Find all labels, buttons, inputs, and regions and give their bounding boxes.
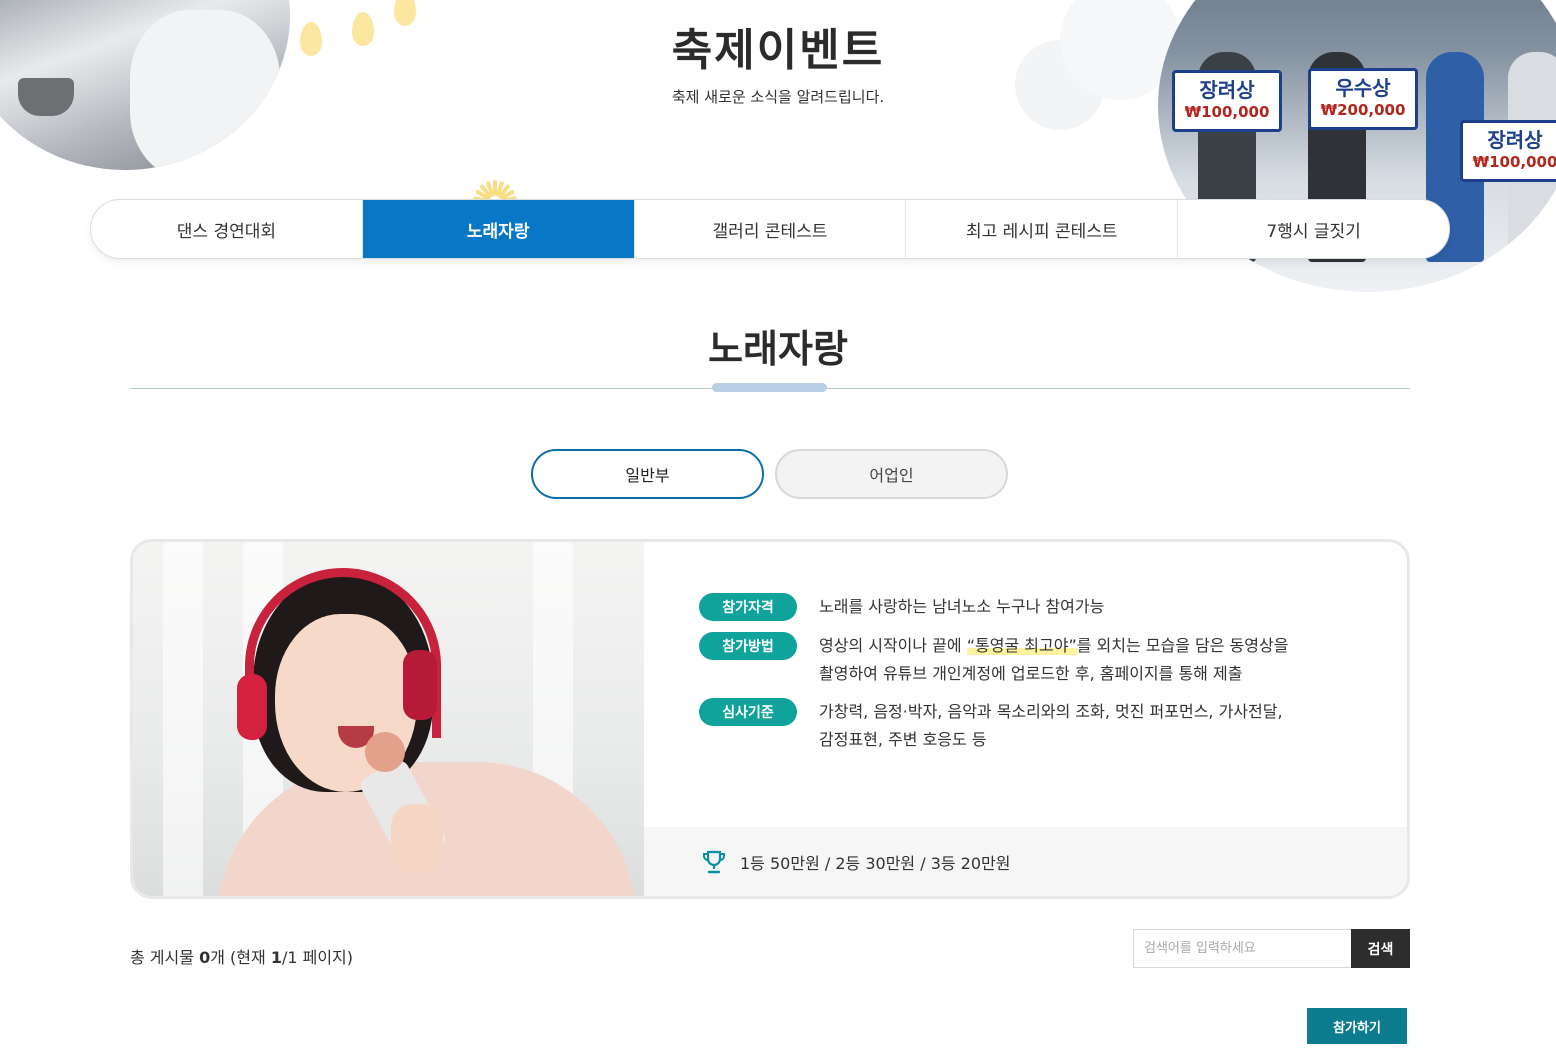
total-prefix: 총 게시물 bbox=[130, 948, 200, 967]
tab-seven-line-poem[interactable]: 7행시 글짓기 bbox=[1178, 200, 1449, 258]
prize-bar: 1등 50만원 / 2등 30만원 / 3등 20만원 bbox=[644, 827, 1407, 896]
event-tabs: 댄스 경연대회 노래자랑 갤러리 콘테스트 최고 레시피 콘테스트 7행시 글짓… bbox=[90, 199, 1450, 259]
method-text: 영상의 시작이나 끝에 “통영굴 최고야”를 외치는 모습을 담은 동영상을 촬… bbox=[819, 632, 1359, 688]
hand-shape bbox=[391, 804, 443, 874]
total-unit: 개 bbox=[210, 948, 225, 967]
page-title: 축제이벤트 bbox=[671, 25, 885, 76]
section-accent-bar bbox=[712, 383, 827, 392]
tab-singing-contest[interactable]: 노래자랑 bbox=[362, 200, 635, 258]
criteria-row: 심사기준 가창력, 음정·박자, 음악과 목소리와의 조화, 멋진 퍼포먼스, … bbox=[699, 698, 1359, 754]
microphone-head-shape bbox=[365, 732, 405, 772]
criteria-text: 가창력, 음정·박자, 음악과 목소리와의 조화, 멋진 퍼포먼스, 가사전달,… bbox=[819, 698, 1359, 754]
contest-details: 참가자격 노래를 사랑하는 남녀노소 누구나 참여가능 참가방법 영상의 시작이… bbox=[644, 542, 1407, 827]
tab-recipe-contest[interactable]: 최고 레시피 콘테스트 bbox=[906, 200, 1179, 258]
singer-photo bbox=[133, 542, 644, 896]
firework-decoration bbox=[440, 140, 550, 203]
page-total: /1 페이지) bbox=[281, 948, 354, 967]
page-subtitle: 축제 새로운 소식을 알려드립니다. bbox=[671, 88, 885, 106]
qualification-row: 참가자격 노래를 사랑하는 남녀노소 누구나 참여가능 bbox=[699, 593, 1359, 621]
search-button[interactable]: 검색 bbox=[1351, 929, 1410, 968]
page-prefix: (현재 bbox=[230, 948, 271, 967]
criteria-badge: 심사기준 bbox=[699, 698, 797, 726]
headphone-cup-shape bbox=[237, 674, 267, 740]
method-text-before: 영상의 시작이나 끝에 bbox=[819, 636, 967, 655]
prize-text: 1등 50만원 / 2등 30만원 / 3등 20만원 bbox=[740, 853, 1011, 873]
section-title: 노래자랑 bbox=[708, 327, 848, 371]
method-row: 참가방법 영상의 시작이나 끝에 “통영굴 최고야”를 외치는 모습을 담은 동… bbox=[699, 632, 1359, 688]
headphone-cup-shape bbox=[403, 650, 437, 720]
search-input[interactable] bbox=[1133, 929, 1351, 968]
qualification-text: 노래를 사랑하는 남녀노소 누구나 참여가능 bbox=[819, 597, 1105, 616]
join-button[interactable]: 참가하기 bbox=[1307, 1008, 1407, 1044]
subtab-general[interactable]: 일반부 bbox=[531, 449, 764, 499]
tab-dance-contest[interactable]: 댄스 경연대회 bbox=[91, 200, 363, 258]
curtain-shape bbox=[163, 542, 203, 896]
award-sign: 장려상 ₩100,000 bbox=[1460, 120, 1556, 182]
method-highlight: “통영굴 최고야” bbox=[966, 636, 1077, 655]
post-count-summary: 총 게시물 0개 (현재 1/1 페이지) bbox=[130, 944, 353, 968]
method-text-after: 를 외치는 모습을 담은 동영상을 bbox=[1076, 636, 1289, 655]
tab-gallery-contest[interactable]: 갤러리 콘테스트 bbox=[635, 200, 907, 258]
qualification-badge: 참가자격 bbox=[699, 593, 797, 621]
method-text-line2: 촬영하여 유튜브 개인계정에 업로드한 후, 홈페이지를 통해 제출 bbox=[819, 664, 1243, 683]
method-badge: 참가방법 bbox=[699, 632, 797, 660]
page-current: 1 bbox=[270, 948, 282, 967]
total-count: 0 bbox=[199, 948, 211, 967]
subtab-fishermen[interactable]: 어업인 bbox=[775, 449, 1008, 499]
contest-info-card: 참가자격 노래를 사랑하는 남녀노소 누구나 참여가능 참가방법 영상의 시작이… bbox=[130, 539, 1410, 899]
criteria-text-line1: 가창력, 음정·박자, 음악과 목소리와의 조화, 멋진 퍼포먼스, 가사전달, bbox=[819, 702, 1283, 721]
criteria-text-line2: 감정표현, 주변 호응도 등 bbox=[819, 730, 987, 749]
trophy-icon bbox=[702, 850, 726, 873]
